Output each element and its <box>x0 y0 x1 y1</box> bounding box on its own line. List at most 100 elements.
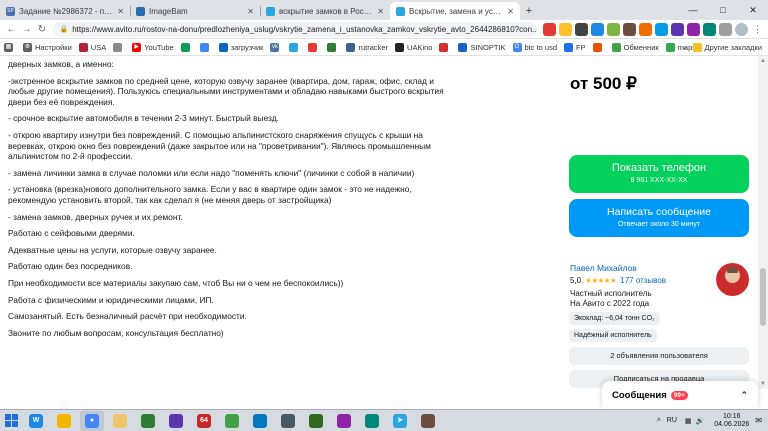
bookmark-item[interactable] <box>327 42 339 52</box>
extension-icon[interactable] <box>703 22 717 36</box>
forward-icon[interactable]: → <box>19 24 34 35</box>
profile-icon[interactable] <box>735 22 749 36</box>
apps-icon[interactable]: ▦ <box>4 42 16 52</box>
tab-list: SPЗадание №2986372 - просмотр з✕ImageBam… <box>0 0 520 20</box>
extension-icon[interactable] <box>607 22 621 36</box>
volume-icon[interactable]: 🔊 <box>696 417 705 425</box>
bookmark-item[interactable] <box>289 42 301 52</box>
eco-badge[interactable]: Экоклад: ~6,04 тонн CO₂ <box>569 312 660 325</box>
network-icon[interactable]: ▦ <box>685 417 692 425</box>
scroll-thumb[interactable] <box>760 268 766 326</box>
bookmark-item[interactable]: Gbtc to usd <box>512 42 557 52</box>
tab-close-icon[interactable]: ✕ <box>247 7 254 16</box>
star-icon[interactable] <box>559 22 573 36</box>
taskbar-app-icon <box>281 413 295 428</box>
avatar[interactable] <box>716 263 749 296</box>
extension-icon[interactable] <box>655 22 669 36</box>
taskbar-app-button[interactable] <box>220 411 244 431</box>
start-button[interactable] <box>0 410 22 431</box>
maximize-icon[interactable]: □ <box>708 0 738 20</box>
browser-tab[interactable]: вскрытие замков в Ростове-на-Д ✕ <box>260 2 390 20</box>
bookmark-item[interactable] <box>180 42 193 52</box>
messages-widget[interactable]: Сообщения 99+ ⌃ <box>602 381 758 409</box>
clock[interactable]: 10:16 04.06.2026 <box>714 413 749 429</box>
write-message-button[interactable]: Написать сообщение Отвечает около 30 мин… <box>569 199 749 237</box>
bookmark-favicon-icon: vk <box>270 42 280 52</box>
extension-icon[interactable] <box>687 22 701 36</box>
scroll-up-icon[interactable]: ▲ <box>758 56 768 66</box>
tab-close-icon[interactable]: ✕ <box>507 7 514 16</box>
menu-icon[interactable]: ⋮ <box>751 22 765 36</box>
close-window-icon[interactable]: ✕ <box>738 0 768 20</box>
bookmark-item[interactable]: SINOPTIK <box>458 42 506 52</box>
bookmark-item[interactable] <box>199 42 212 52</box>
bookmark-list: ⚙ Настройки USA ▶ YouTube загрузчик vk rutracke… <box>23 42 703 52</box>
tab-close-icon[interactable]: ✕ <box>117 7 124 16</box>
extension-icon[interactable] <box>623 22 637 36</box>
bookmark-item[interactable]: UAKino <box>395 42 432 52</box>
bookmark-label: FP <box>576 42 586 52</box>
bookmark-item[interactable] <box>592 42 605 52</box>
tab-close-icon[interactable]: ✕ <box>377 7 384 16</box>
puzzle-icon[interactable] <box>719 22 733 36</box>
taskbar-app-button[interactable] <box>360 411 384 431</box>
taskbar-app-button[interactable] <box>136 411 160 431</box>
bookmark-item[interactable]: vk <box>270 42 282 52</box>
minimize-icon[interactable]: — <box>678 0 708 20</box>
seller-rating: 5,0 ★★★★★ 177 отзывов <box>570 276 666 285</box>
taskbar-app-button[interactable]: ➤ <box>388 411 412 431</box>
bookmark-item[interactable]: ▶ YouTube <box>132 42 174 52</box>
taskbar-app-button[interactable] <box>304 411 328 431</box>
taskbar-app-button[interactable] <box>52 411 76 431</box>
taskbar-app-button[interactable]: 64 <box>192 411 216 431</box>
reload-icon[interactable]: ↻ <box>34 24 49 35</box>
lock-icon[interactable]: 🔒 <box>59 25 68 33</box>
taskbar-app-button[interactable] <box>164 411 188 431</box>
chevron-right-icon[interactable]: » <box>682 43 686 52</box>
bookmark-item[interactable]: ⚙ Настройки <box>23 42 72 52</box>
extension-icon[interactable] <box>543 22 557 36</box>
bookmark-item[interactable] <box>308 42 320 52</box>
user-ads-button[interactable]: 2 объявления пользователя <box>569 347 749 365</box>
taskbar-app-button[interactable] <box>108 411 132 431</box>
bookmark-item[interactable]: Обменник <box>611 42 659 52</box>
taskbar-app-button[interactable] <box>416 411 440 431</box>
seller-name-link[interactable]: Павел Михайлов <box>570 263 637 273</box>
extension-icon[interactable] <box>639 22 653 36</box>
reviews-link[interactable]: 177 отзывов <box>620 276 666 285</box>
page-scrollbar[interactable]: ▲ ▼ <box>758 56 768 389</box>
chevron-up-icon[interactable]: ⌃ <box>740 390 748 401</box>
extension-icon[interactable] <box>591 22 605 36</box>
tab-favicon-icon <box>266 6 275 16</box>
extension-icon[interactable] <box>575 22 589 36</box>
description-paragraph: Работа с физическими и юридическими лица… <box>8 294 214 305</box>
tray-chevron-icon[interactable]: ˄ <box>657 417 661 424</box>
bookmark-item[interactable]: FP <box>564 42 586 52</box>
taskbar-app-button[interactable] <box>332 411 356 431</box>
browser-tab[interactable]: SP Задание №2986372 - просмотр з✕ <box>0 2 130 20</box>
browser-tab[interactable]: Вскрытие, замена и установка за ✕ <box>390 2 520 20</box>
browser-tab[interactable]: ImageBam ✕ <box>130 2 260 20</box>
extension-icon[interactable] <box>671 22 685 36</box>
taskbar-app-button[interactable]: W <box>24 411 48 431</box>
back-icon[interactable]: ← <box>4 24 19 35</box>
taskbar-app-button[interactable] <box>248 411 272 431</box>
notifications-icon[interactable]: ✉ <box>755 416 762 425</box>
bookmark-item[interactable]: загрузчик <box>218 42 263 52</box>
taskbar-app-button[interactable]: ● <box>80 410 104 431</box>
bookmark-item[interactable]: rutracker <box>346 42 388 52</box>
show-phone-button[interactable]: Показать телефон 8 961 XXX-XX-XX <box>569 155 749 193</box>
scroll-down-icon[interactable]: ▼ <box>758 379 768 389</box>
system-tray: ˄ RU ▦ 🔊 10:16 04.06.2026 ✉ <box>657 410 768 431</box>
bookmark-item[interactable] <box>113 42 125 52</box>
bookmark-item[interactable]: USA <box>78 42 106 52</box>
language-indicator[interactable]: RU <box>667 417 677 424</box>
taskbar-app-button[interactable] <box>276 411 300 431</box>
url-field[interactable]: 🔒 https://www.avito.ru/rostov-na-donu/pr… <box>53 21 538 37</box>
bookmark-item[interactable] <box>439 42 451 52</box>
new-tab-button[interactable]: + <box>520 2 538 20</box>
other-bookmarks[interactable]: » Другие закладки <box>682 39 762 55</box>
tab-title: вскрытие замков в Ростове-на-Д <box>279 6 373 16</box>
bookmark-favicon-icon <box>439 42 449 52</box>
reliable-badge[interactable]: Надёжный исполнитель <box>569 329 657 342</box>
